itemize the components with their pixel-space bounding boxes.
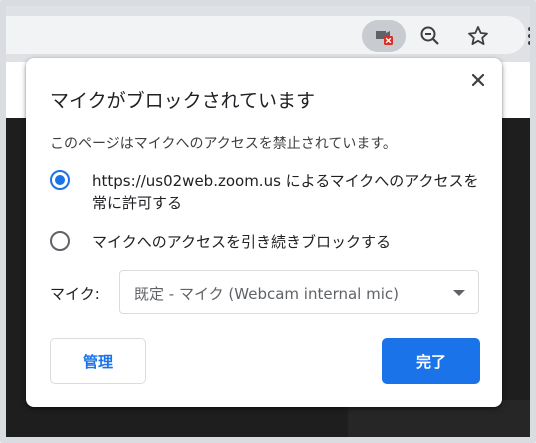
radio-option-block[interactable]: マイクへのアクセスを引き続きブロックする xyxy=(50,231,482,253)
zoom-out-icon xyxy=(420,26,439,45)
mic-blocked-icon xyxy=(376,31,393,45)
close-icon xyxy=(471,73,485,87)
radio-allow[interactable] xyxy=(50,170,70,190)
mic-select-label: マイク: xyxy=(50,285,100,303)
more-menu-button[interactable] xyxy=(524,26,530,46)
chevron-down-icon xyxy=(453,290,465,296)
close-button[interactable] xyxy=(466,68,490,92)
radio-block[interactable] xyxy=(50,231,70,251)
bookmark-button[interactable] xyxy=(464,22,492,50)
popup-title: マイクがブロックされています xyxy=(50,90,316,112)
radio-block-label: マイクへのアクセスを引き続きブロックする xyxy=(92,233,391,251)
mic-device-select[interactable]: 既定 - マイク (Webcam internal mic) xyxy=(119,270,479,314)
mic-permission-popup: マイクがブロックされています このページはマイクへのアクセスを禁止されています。… xyxy=(26,58,502,407)
zoom-button[interactable] xyxy=(416,22,444,50)
popup-description: このページはマイクへのアクセスを禁止されています。 xyxy=(50,136,397,152)
radio-allow-label: https://us02web.zoom.us によるマイクへのアクセスを常に許… xyxy=(92,172,479,212)
bookmark-star-icon xyxy=(468,26,488,45)
done-button[interactable]: 完了 xyxy=(382,338,480,384)
mic-select-value: 既定 - マイク (Webcam internal mic) xyxy=(134,285,399,303)
mic-blocked-indicator-button[interactable] xyxy=(362,20,406,52)
address-bar[interactable] xyxy=(6,16,526,54)
manage-button[interactable]: 管理 xyxy=(50,338,146,384)
radio-option-allow[interactable]: https://us02web.zoom.us によるマイクへのアクセスを常に許… xyxy=(50,170,482,214)
more-menu-icon xyxy=(528,27,530,45)
browser-toolbar xyxy=(6,6,530,62)
